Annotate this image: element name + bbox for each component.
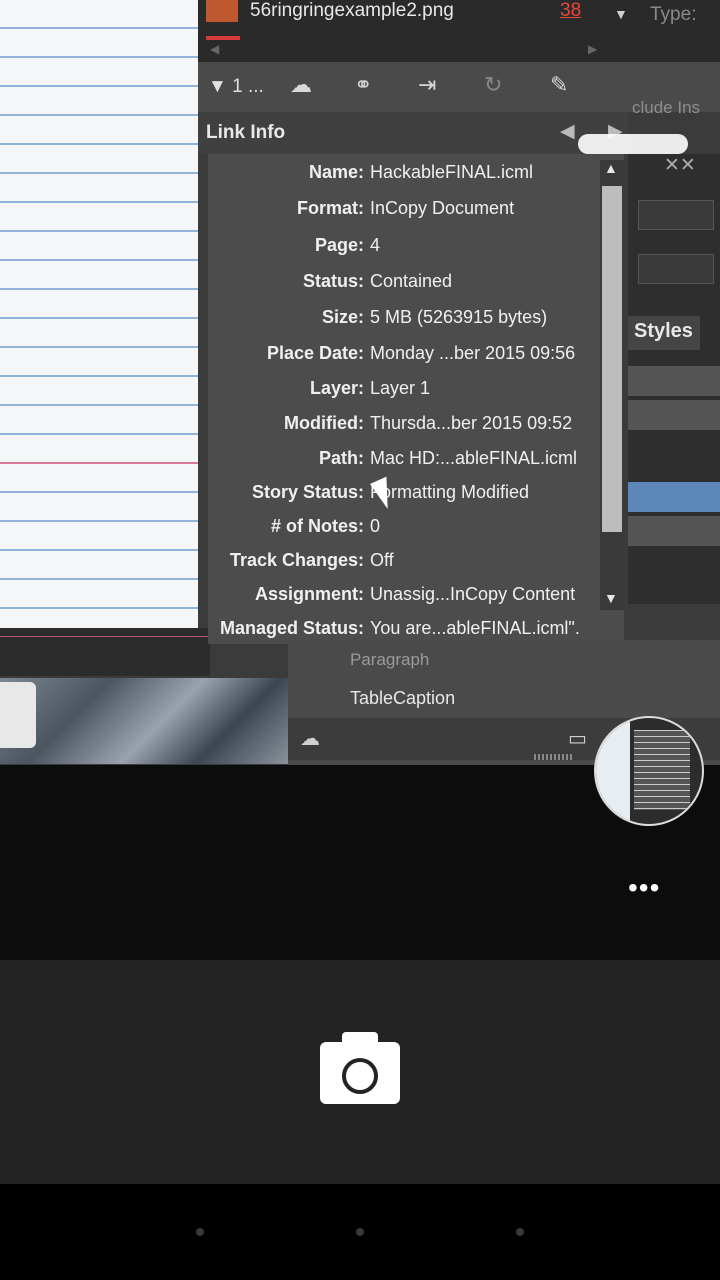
nav-recents-button[interactable]: [516, 1228, 524, 1236]
panel-field[interactable]: [638, 254, 714, 284]
type-label: Type:: [650, 4, 697, 25]
chain-link-icon[interactable]: ⚭: [354, 72, 372, 98]
row-value: Unassig...InCopy Content: [370, 584, 576, 604]
info-row-assignment: Assignment: Unassig...InCopy Content: [208, 584, 600, 614]
row-label: Size:: [321, 307, 364, 327]
style-item-tablecaption[interactable]: TableCaption: [350, 688, 455, 709]
camera-lens-icon: [342, 1058, 378, 1094]
row-value: InCopy Document: [370, 198, 515, 218]
info-row-notes: # of Notes: 0: [208, 516, 600, 546]
thumbnail-page: [596, 718, 630, 824]
link-info-title[interactable]: Link Info: [206, 122, 285, 144]
edit-pencil-icon[interactable]: ✎: [550, 72, 568, 98]
style-item-paragraph[interactable]: Paragraph: [350, 650, 429, 670]
update-icon[interactable]: ↻: [484, 72, 502, 98]
last-photo-thumbnail[interactable]: [594, 716, 704, 826]
missing-indicator: [206, 36, 240, 40]
row-label: Modified:: [284, 413, 364, 433]
row-value: 0: [370, 516, 381, 536]
link-info-panel: Name: HackableFINAL.icml Format: InCopy …: [208, 154, 624, 644]
file-thumbnail-icon: [206, 0, 238, 22]
link-info-header: Link Info ◀ ▶: [198, 112, 628, 154]
pink-rule: [0, 636, 210, 637]
scroll-thumb[interactable]: [602, 186, 622, 532]
info-row-track-changes: Track Changes: Off: [208, 550, 600, 580]
folder-icon[interactable]: ▭: [568, 726, 587, 751]
camera-controls: [0, 960, 720, 1184]
resize-grip-icon[interactable]: [534, 754, 574, 760]
include-inset-label: clude Ins: [632, 98, 701, 117]
scroll-left-icon[interactable]: ◀: [210, 42, 219, 56]
row-label: Name:: [308, 162, 364, 182]
row-label: Layer:: [309, 378, 364, 398]
desktop-wallpaper: [0, 678, 288, 764]
chevron-down-icon[interactable]: ▼: [614, 6, 628, 22]
info-row-path: Path: Mac HD:...ableFINAL.icml: [208, 448, 600, 478]
row-value: 4: [370, 235, 381, 255]
row-value: Contained: [370, 271, 453, 291]
page-shadow: [0, 628, 210, 676]
info-row-modified: Modified: Thursda...ber 2015 09:52: [208, 413, 600, 443]
row-label: Track Changes:: [229, 550, 364, 570]
relink-icon[interactable]: ⇥: [418, 72, 436, 98]
style-row-selected[interactable]: [628, 482, 720, 512]
row-label: Managed Status:: [219, 618, 364, 638]
previous-link-icon[interactable]: ◀: [560, 120, 575, 143]
info-row-size: Size: 5 MB (5263915 bytes): [208, 307, 600, 337]
style-row[interactable]: [628, 516, 720, 546]
row-value: Mac HD:...ableFINAL.icml: [370, 448, 578, 468]
link-filename[interactable]: 56ringringexample2.png: [250, 0, 454, 22]
info-row-status: Status: Contained: [208, 271, 600, 301]
cloud-link-icon[interactable]: ☁: [290, 72, 312, 98]
ruled-document-page: [0, 0, 198, 628]
shutter-button[interactable]: [320, 1032, 400, 1104]
trash-icon: [0, 682, 36, 748]
more-options-icon[interactable]: •••: [628, 872, 660, 904]
row-value: HackableFINAL.icml: [370, 162, 534, 182]
row-label: Path:: [319, 448, 364, 468]
thumbnail-panel: [634, 730, 690, 810]
info-row-page: Page: 4: [208, 235, 600, 265]
camera-viewfinder: 56ringringexample2.png 38 ▼ Type: ◀ ▶ ▼ …: [0, 0, 720, 960]
info-row-story-status: Story Status: Formatting Modified: [208, 482, 600, 512]
nav-home-button[interactable]: [356, 1228, 364, 1236]
scroll-up-icon[interactable]: ▲: [604, 160, 618, 176]
row-label: Status:: [302, 271, 364, 291]
style-row[interactable]: [628, 366, 720, 396]
screen-glare: [578, 134, 688, 154]
cloud-sync-icon[interactable]: ☁: [300, 726, 320, 751]
close-icon[interactable]: ✕✕: [664, 154, 696, 177]
row-label: Place Date:: [266, 343, 364, 363]
info-scrollbar[interactable]: ▲ ▼: [600, 160, 624, 610]
links-list-header: 56ringringexample2.png 38 ▼ Type: ◀ ▶: [198, 0, 720, 62]
margin-line: [0, 462, 198, 464]
row-label: Story Status:: [251, 482, 364, 502]
row-label: Assignment:: [254, 584, 364, 604]
collapse-label: 1 ...: [232, 76, 264, 97]
links-toolbar: ▼ 1 ... ☁ ⚭ ⇥ ↻ ✎ clude Ins: [198, 62, 720, 117]
row-value: Thursda...ber 2015 09:52: [370, 413, 573, 433]
row-label: Page:: [314, 235, 364, 255]
row-value: You are...ableFINAL.icml".: [370, 618, 580, 638]
monitor-screen: 56ringringexample2.png 38 ▼ Type: ◀ ▶ ▼ …: [0, 0, 720, 765]
panel-field[interactable]: [638, 200, 714, 230]
info-row-format: Format: InCopy Document: [208, 198, 600, 228]
style-row[interactable]: [628, 400, 720, 430]
info-row-place-date: Place Date: Monday ...ber 2015 09:56: [208, 343, 600, 373]
info-row-layer: Layer: Layer 1: [208, 378, 600, 408]
tab-styles[interactable]: Styles: [628, 316, 700, 350]
link-page-number[interactable]: 38: [560, 0, 581, 22]
info-row-name: Name: HackableFINAL.icml: [208, 162, 600, 192]
row-value: Layer 1: [370, 378, 431, 398]
scroll-down-icon[interactable]: ▼: [604, 590, 618, 606]
row-value: Off: [370, 550, 394, 570]
scroll-right-icon[interactable]: ▶: [588, 42, 597, 56]
row-label: # of Notes:: [270, 516, 364, 536]
nav-back-button[interactable]: [196, 1228, 204, 1236]
row-value: 5 MB (5263915 bytes): [370, 307, 548, 327]
system-nav-bar: [0, 1184, 720, 1280]
collapse-toggle[interactable]: ▼ 1 ...: [208, 76, 264, 98]
row-label: Format:: [297, 198, 364, 218]
row-value: Monday ...ber 2015 09:56: [370, 343, 576, 363]
